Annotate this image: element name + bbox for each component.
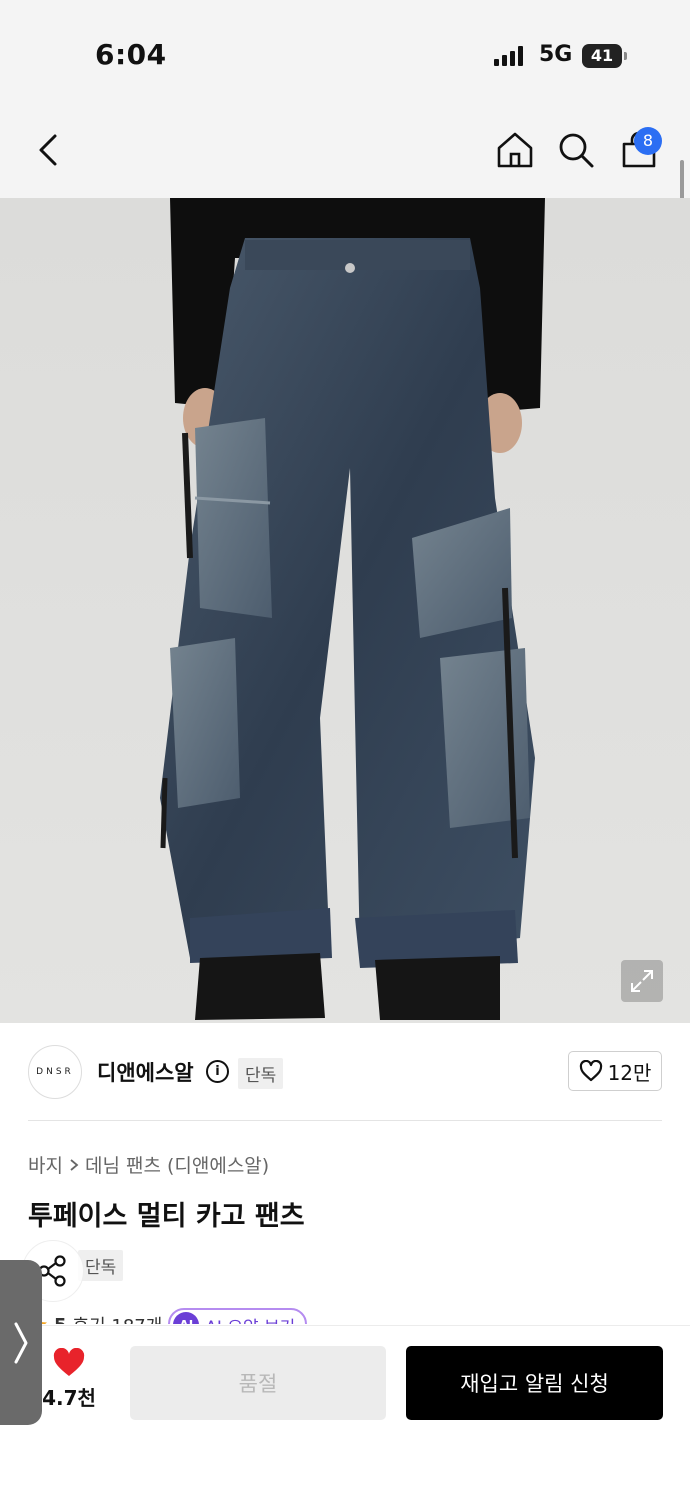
exclusive-tag: 단독	[238, 1058, 284, 1089]
heart-outline-icon	[579, 1060, 602, 1082]
wishlist-button[interactable]: 4.7천	[38, 1348, 100, 1411]
breadcrumb-subcategory[interactable]: 데님 팬츠 (디앤에스알)	[85, 1151, 269, 1178]
rating-row: 5 후기 187개 AI AI 요약 보기	[28, 1302, 348, 1324]
wishlist-count: 4.7천	[42, 1386, 96, 1410]
cargo-pants-illustration	[0, 198, 690, 1023]
heart-filled-icon	[53, 1348, 85, 1376]
expand-icon	[631, 970, 653, 992]
cart-count-badge: 8	[634, 127, 662, 155]
chevron-right-icon	[14, 1322, 28, 1363]
product-image[interactable]	[0, 198, 690, 1023]
chevron-right-icon	[70, 1158, 79, 1171]
brand-like-count: 12만	[607, 1060, 652, 1085]
brand-logo[interactable]: DNSR	[28, 1045, 82, 1099]
home-icon	[497, 132, 533, 168]
breadcrumb-category[interactable]: 바지	[28, 1151, 63, 1178]
ai-badge-icon: AI	[173, 1312, 200, 1324]
signal-icon	[494, 46, 524, 66]
battery-icon: 41	[582, 44, 627, 68]
chevron-left-icon	[39, 134, 57, 166]
expand-image-button[interactable]	[621, 960, 663, 1002]
soldout-button: 품절	[130, 1346, 386, 1420]
search-button[interactable]	[554, 128, 598, 172]
product-title: 투페이스 멀티 카고 팬츠	[28, 1201, 305, 1232]
home-button[interactable]	[493, 128, 537, 172]
network-label: 5G	[539, 42, 573, 67]
divider	[28, 1120, 662, 1121]
breadcrumb: 바지 데님 팬츠 (디앤에스알)	[28, 1151, 269, 1178]
status-bar: 6:04 5G 41	[0, 0, 690, 100]
ai-summary-button[interactable]: AI AI 요약 보기	[168, 1308, 308, 1325]
restock-alert-button[interactable]: 재입고 알림 신청	[406, 1346, 663, 1420]
info-icon[interactable]: i	[206, 1060, 229, 1083]
ai-summary-label: AI 요약 보기	[205, 1313, 295, 1325]
review-count[interactable]: 후기 187개	[73, 1312, 163, 1324]
brand-like-button[interactable]: 12만	[568, 1051, 662, 1091]
status-time: 6:04	[95, 38, 167, 71]
brand-name[interactable]: 디앤에스알	[97, 1057, 194, 1087]
back-button[interactable]	[26, 128, 70, 172]
search-icon	[559, 133, 594, 168]
rating-value: 5	[54, 1315, 67, 1325]
nav-bar	[0, 100, 690, 198]
side-panel-handle[interactable]	[0, 1260, 42, 1425]
product-exclusive-tag: 단독	[78, 1250, 124, 1281]
